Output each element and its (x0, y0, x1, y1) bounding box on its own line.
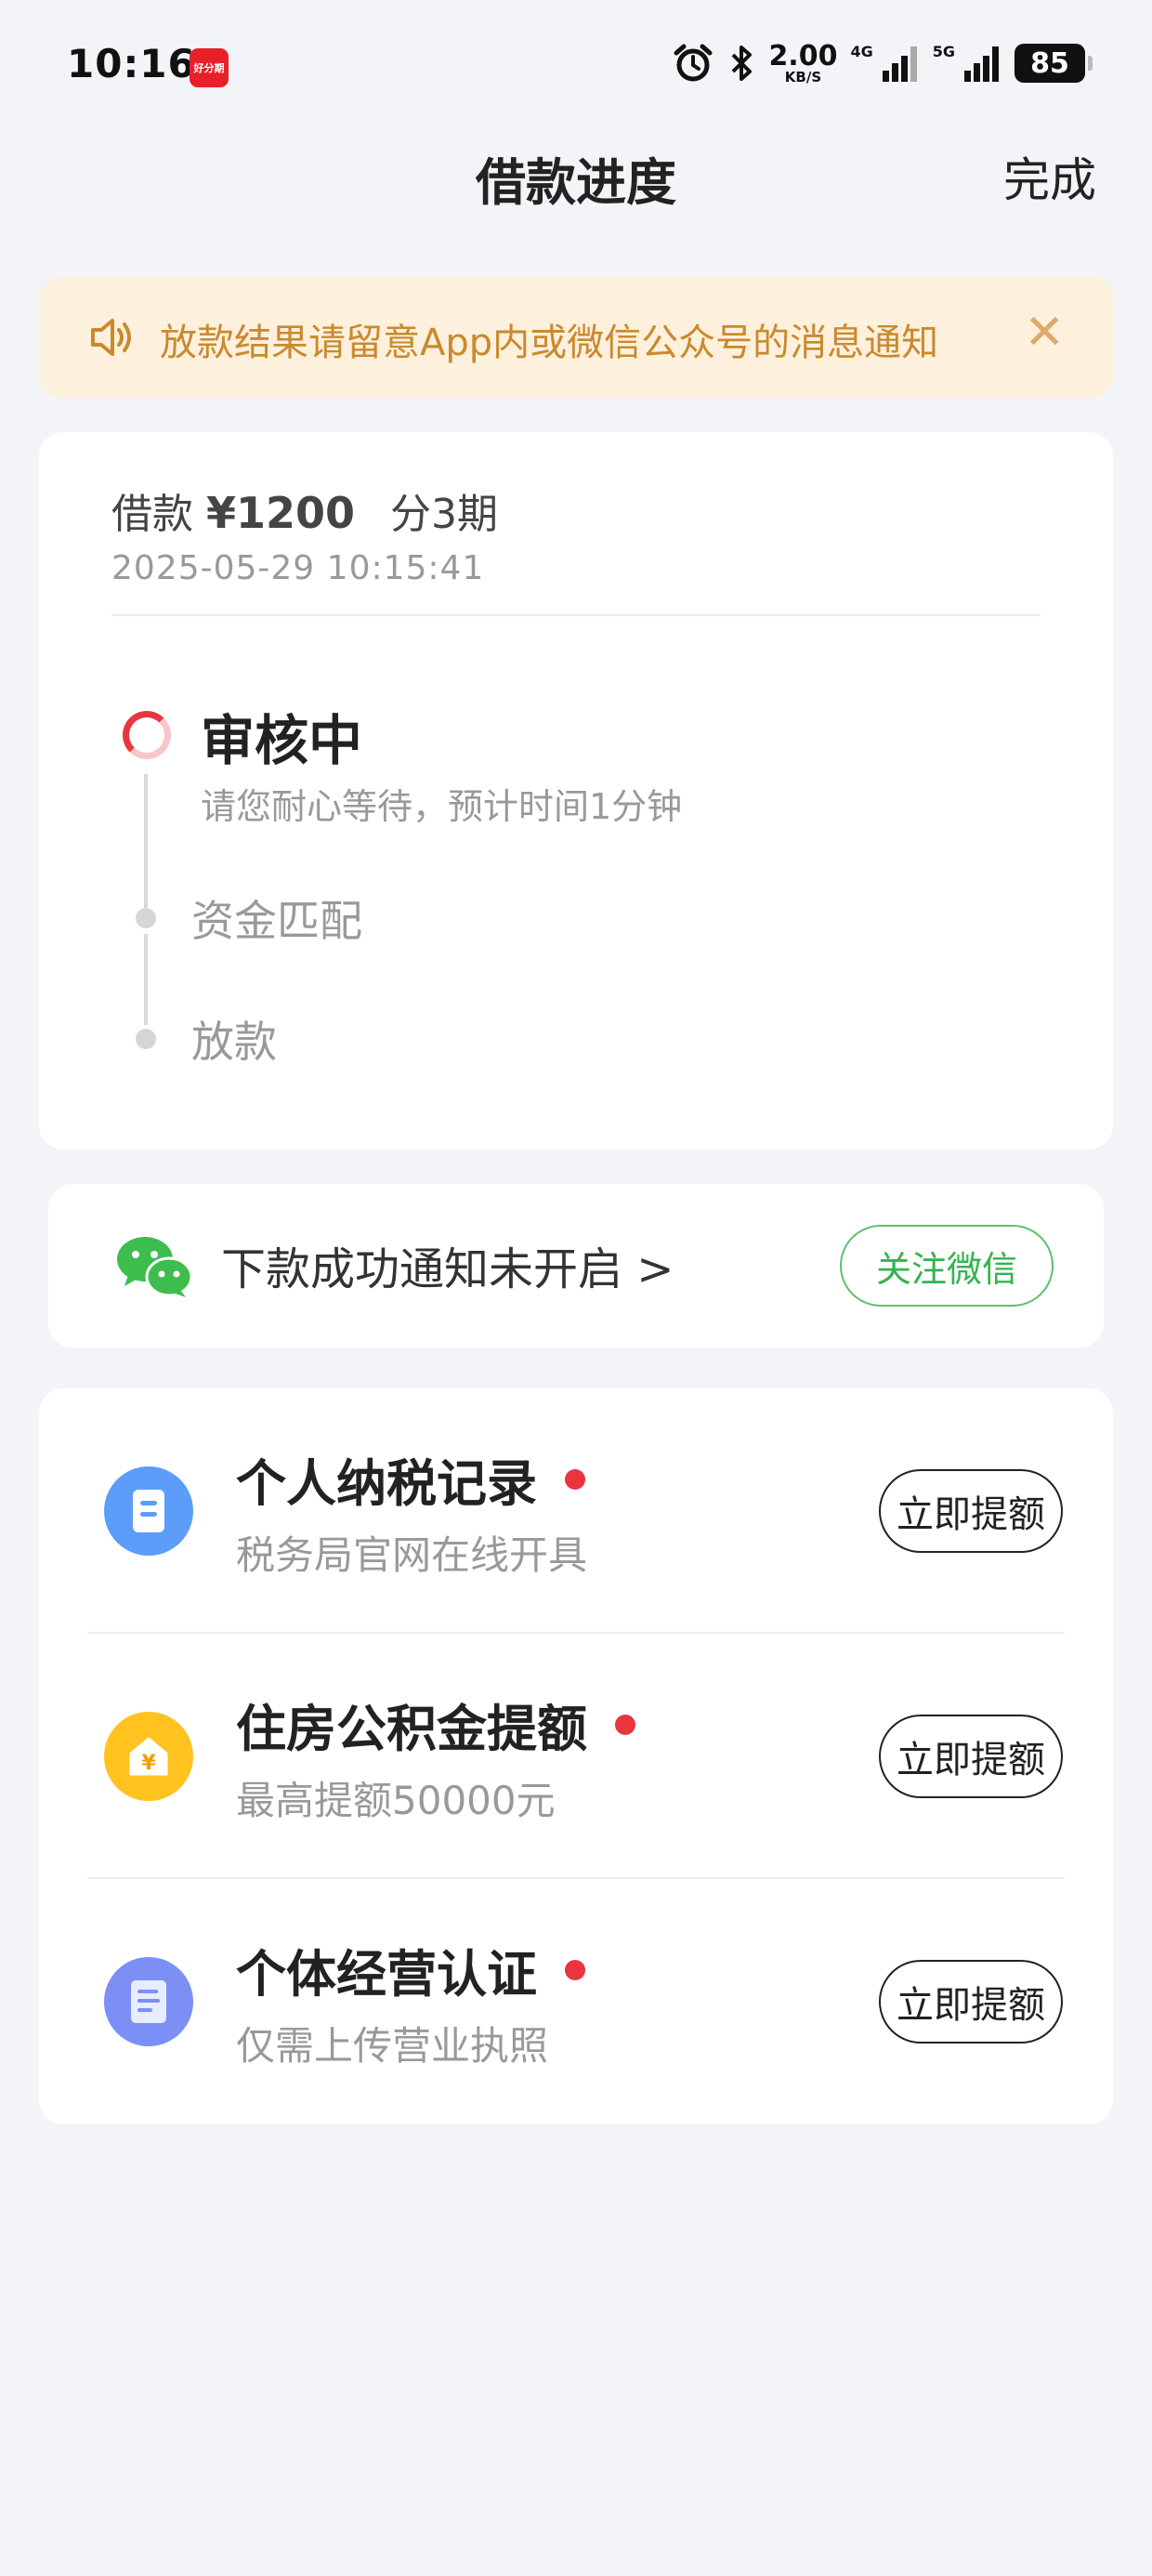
notice-text: 放款结果请留意App内或微信公众号的消息通知 (160, 322, 939, 364)
card-divider (111, 614, 1041, 616)
list-item-title: 住房公积金提额 (236, 1688, 635, 1761)
page-title: 借款进度 (476, 153, 676, 212)
loading-spinner-icon (123, 711, 171, 759)
list-item-subtitle: 仅需上传营业执照 (236, 2023, 549, 2069)
step-fund-matching: 资金匹配 (191, 896, 362, 946)
status-bar: 10:16 好分期 2.00 KB/S 4G 5G 85 (0, 0, 1152, 139)
new-badge-dot (565, 1469, 585, 1491)
app-notification-icon: 好分期 (190, 48, 229, 87)
list-item-subtitle: 最高提额50000元 (236, 1778, 556, 1823)
network-speed-unit: KB/S (784, 68, 822, 85)
new-badge-dot (565, 1960, 585, 1981)
network-type-2: 5G (932, 43, 955, 60)
house-yen-icon: ¥ (104, 1712, 193, 1801)
loan-progress-card: 借款 ¥1200 分3期 2025-05-29 10:15:41 审核中 请您耐… (39, 432, 1113, 1150)
new-badge-dot (615, 1715, 635, 1736)
document-icon (104, 1466, 193, 1556)
notice-banner: 放款结果请留意App内或微信公众号的消息通知 ✕ (39, 277, 1113, 398)
speaker-icon (91, 319, 131, 356)
boost-limit-button[interactable]: 立即提额 (879, 1960, 1063, 2044)
nav-bar: 借款进度 完成 (0, 130, 1152, 223)
network-speed-value: 2.00 (768, 39, 838, 72)
timeline-connector (144, 934, 148, 1025)
list-item[interactable]: 个人纳税记录 税务局官网在线开具 立即提额 (39, 1388, 1113, 1634)
boost-limit-button[interactable]: 立即提额 (879, 1469, 1063, 1553)
list-item-subtitle: 税务局官网在线开具 (236, 1532, 588, 1578)
battery-indicator: 85 (1015, 44, 1093, 83)
loan-amount: ¥1200 (206, 488, 356, 538)
status-indicators: 2.00 KB/S 4G 5G 85 (672, 37, 1093, 89)
list-item[interactable]: 个体经营认证 仅需上传营业执照 立即提额 (39, 1879, 1113, 2124)
network-speed: 2.00 KB/S (768, 39, 838, 85)
svg-text:¥: ¥ (141, 1752, 156, 1775)
done-button[interactable]: 完成 (1003, 143, 1096, 210)
alarm-icon (674, 44, 713, 82)
signal-icon-2 (964, 46, 999, 82)
credit-boost-list: 个人纳税记录 税务局官网在线开具 立即提额 ¥ 住房公积金提额 最高提额5000… (39, 1388, 1113, 2124)
step-disbursement: 放款 (191, 1017, 277, 1067)
timeline-dot (136, 1029, 156, 1049)
loan-prefix: 借款 (111, 491, 193, 538)
loan-datetime: 2025-05-29 10:15:41 (111, 549, 485, 587)
timeline-connector (144, 774, 148, 908)
loan-installments: 分3期 (390, 491, 499, 538)
status-time: 10:16 (67, 41, 196, 86)
wechat-notify-link[interactable]: 下款成功通知未开启 > (221, 1232, 674, 1297)
list-item[interactable]: ¥ 住房公积金提额 最高提额50000元 立即提额 (39, 1634, 1113, 1879)
bluetooth-icon (732, 46, 753, 81)
boost-limit-button[interactable]: 立即提额 (879, 1715, 1063, 1798)
list-item-title: 个体经营认证 (236, 1933, 585, 2006)
step-active-subtitle: 请您耐心等待，预计时间1分钟 (201, 786, 683, 827)
signal-icon-1 (882, 46, 917, 82)
close-icon[interactable]: ✕ (1024, 309, 1065, 357)
timeline-dot (136, 908, 156, 928)
follow-wechat-button[interactable]: 关注微信 (840, 1225, 1054, 1307)
wechat-notify-card: 下款成功通知未开启 > 关注微信 (48, 1184, 1104, 1347)
license-icon (104, 1957, 193, 2046)
wechat-icon (117, 1237, 193, 1297)
step-active-label: 审核中 (201, 709, 363, 772)
loan-summary: 借款 ¥1200 分3期 (111, 480, 498, 540)
network-type-1: 4G (850, 43, 873, 60)
list-item-title: 个人纳税记录 (236, 1442, 585, 1516)
